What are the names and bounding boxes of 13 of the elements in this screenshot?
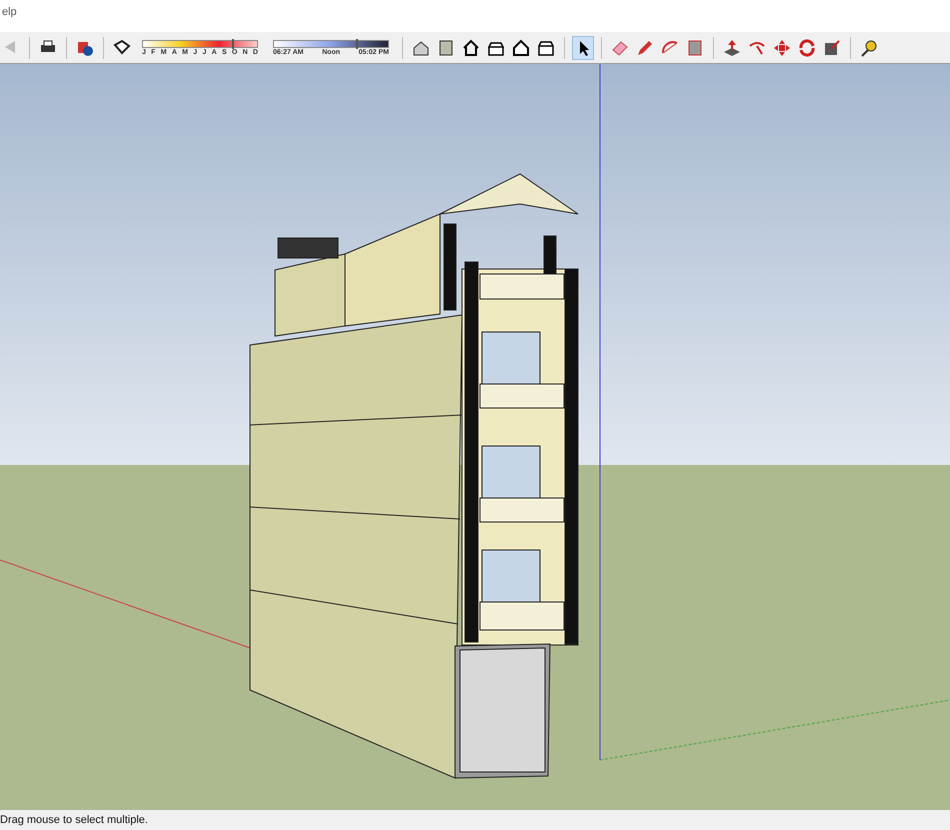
date-slider[interactable] — [142, 40, 258, 48]
house-icon[interactable] — [511, 38, 531, 58]
model-viewport[interactable] — [0, 64, 950, 810]
push-pull-icon[interactable] — [722, 38, 742, 58]
move-icon[interactable] — [772, 38, 792, 58]
slider-thumb[interactable] — [356, 38, 358, 48]
time-slider[interactable] — [273, 40, 389, 48]
select-tool-button[interactable] — [572, 36, 594, 60]
house-icon[interactable] — [461, 38, 481, 58]
status-text: Drag mouse to select multiple. — [0, 814, 148, 826]
slider-thumb[interactable] — [232, 38, 234, 48]
menu-item[interactable]: elp — [0, 6, 19, 18]
rotate-icon[interactable] — [797, 38, 817, 58]
